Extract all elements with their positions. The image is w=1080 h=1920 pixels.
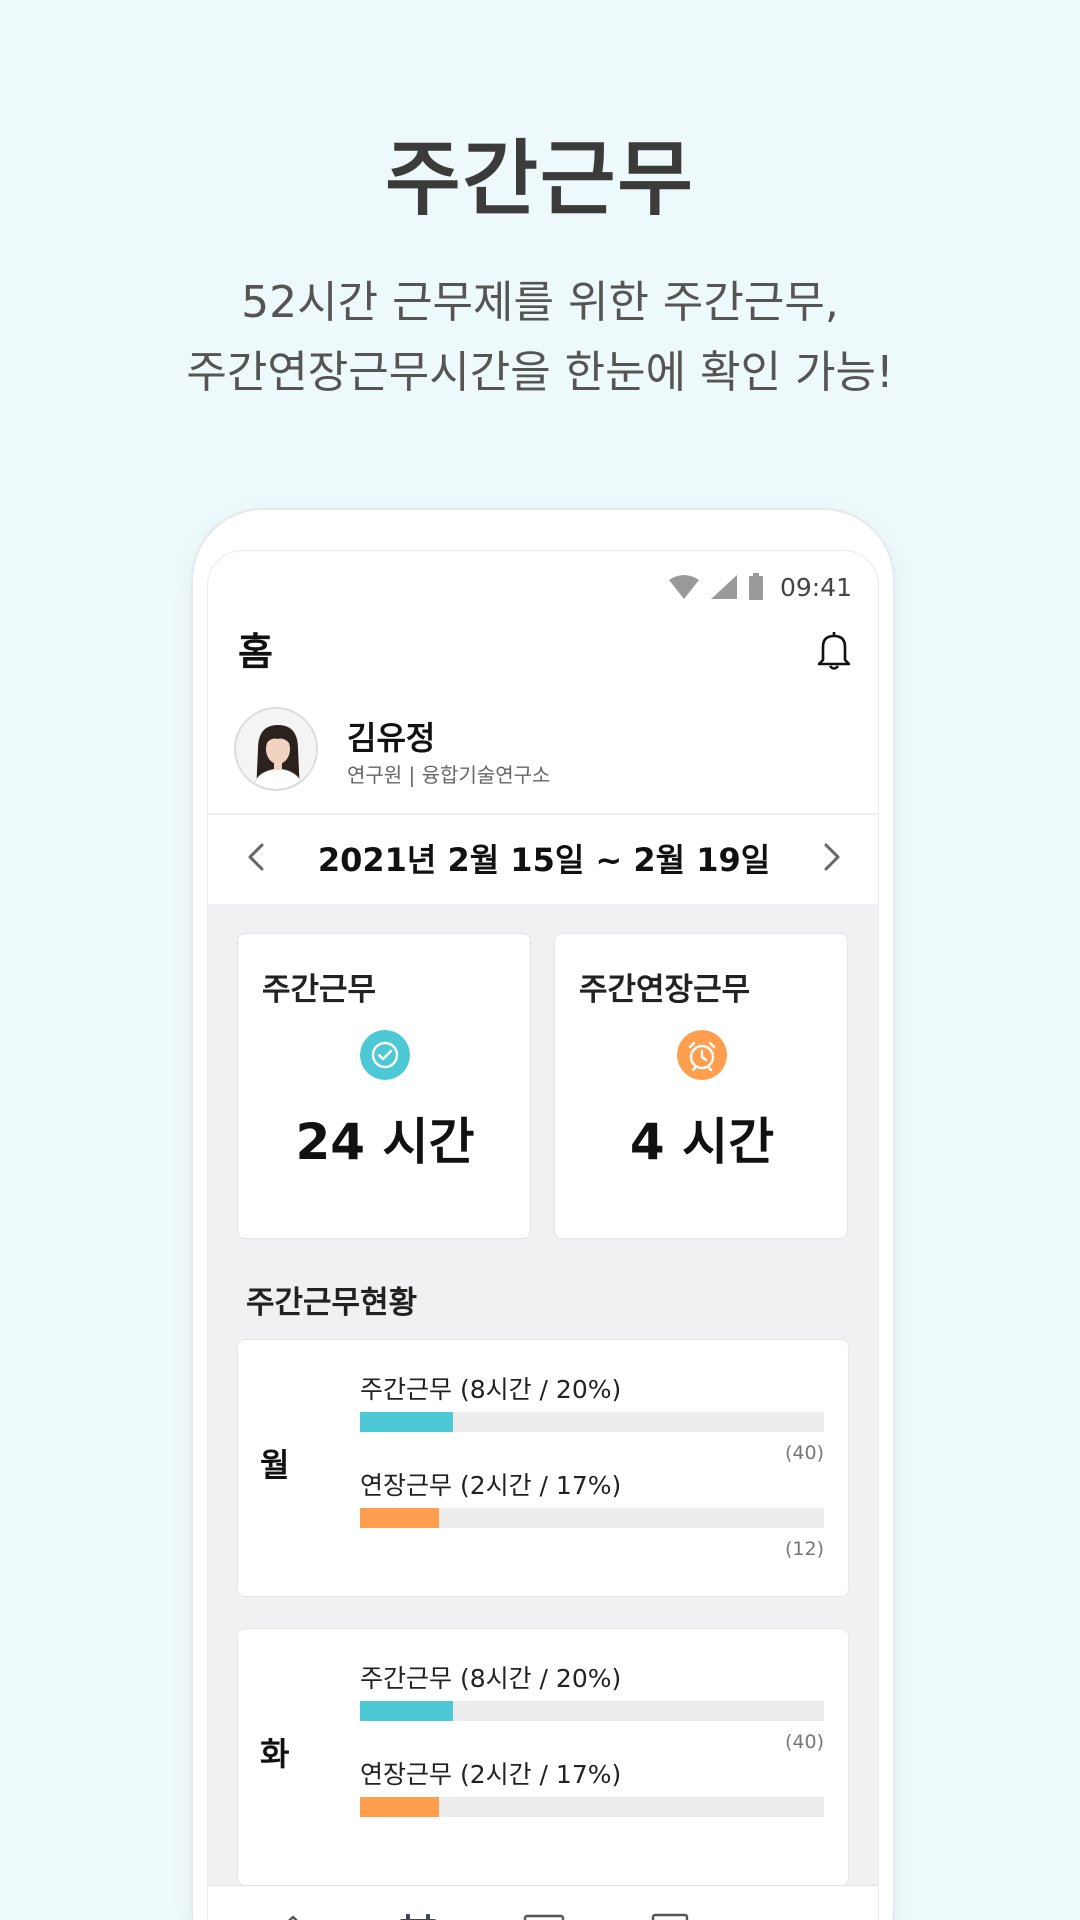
overtime-bar-track [360,1797,824,1817]
promo-subtitle-line1: 52시간 근무제를 위한 주간근무, [241,277,839,328]
overtime-bar-fill [360,1797,439,1817]
tab-calendar[interactable] [388,1904,448,1920]
user-name: 김유정 [347,719,436,757]
promo-title: 주간근무 [385,132,695,227]
weekly-work-label: 주간근무 [262,972,377,1008]
weekly-work-card[interactable]: 주간근무 24 시간 [237,933,531,1239]
tab-profile[interactable] [640,1904,700,1920]
bell-icon[interactable] [814,629,854,671]
divider [208,813,878,815]
tab-more[interactable] [765,1904,825,1920]
day-name: 월 [260,1446,290,1484]
day-card[interactable]: 월 주간근무 (8시간 / 20%) (40) 연장근무 (2시간 / 17%)… [237,1339,849,1597]
work-bar-label: 주간근무 (8시간 / 20%) [360,1375,622,1404]
profile-card-icon [651,1913,688,1920]
check-circle-icon [360,1030,410,1080]
overtime-bar-total: (12) [784,1538,824,1560]
avatar[interactable] [234,707,318,791]
home-icon [287,1915,299,1920]
week-range: 2021년 2월 15일 ~ 2월 19일 [317,841,771,879]
wifi-icon [668,575,699,599]
app-screen: 09:41 홈 김유정 연구원 | 융합기술연구소 2021년 2월 15일 ~… [207,550,879,1920]
day-card[interactable]: 화 주간근무 (8시간 / 20%) (40) 연장근무 (2시간 / 17%) [237,1628,849,1886]
phone-frame: 09:41 홈 김유정 연구원 | 융합기술연구소 2021년 2월 15일 ~… [193,510,893,1920]
status-bar: 09:41 [668,569,852,605]
more-icon [772,1911,818,1920]
tab-list[interactable] [514,1904,574,1920]
work-bar-fill [360,1701,453,1721]
weekly-overtime-card[interactable]: 주간연장근무 4 시간 [554,933,848,1239]
chevron-right-icon[interactable] [818,837,846,877]
weekly-overtime-label: 주간연장근무 [579,972,751,1008]
alarm-clock-icon [677,1030,727,1080]
overtime-bar-label: 연장근무 (2시간 / 17%) [360,1471,622,1500]
section-title: 주간근무현황 [246,1285,418,1321]
work-bar-total: (40) [784,1731,824,1753]
calendar-icon [399,1913,437,1920]
work-bar-track [360,1701,824,1721]
header-area: 09:41 홈 김유정 연구원 | 융합기술연구소 2021년 2월 15일 ~… [208,551,878,904]
day-name: 화 [260,1735,290,1773]
work-bar-total: (40) [784,1442,824,1464]
promo-subtitle: 52시간 근무제를 위한 주간근무, 주간연장근무시간을 한눈에 확인 가능! [0,268,1080,408]
list-icon [523,1914,565,1920]
weekly-work-value: 24 시간 [295,1113,475,1171]
overtime-bar-track [360,1508,824,1528]
work-bar-track [360,1412,824,1432]
tab-home[interactable] [263,1904,323,1920]
bottom-tab-bar [208,1885,878,1920]
overtime-bar-fill [360,1508,439,1528]
overtime-bar-label: 연장근무 (2시간 / 17%) [360,1760,622,1789]
work-bar-fill [360,1412,453,1432]
promo-subtitle-line2: 주간연장근무시간을 한눈에 확인 가능! [186,347,894,398]
page-title: 홈 [238,630,273,674]
status-time: 09:41 [779,572,852,602]
avatar-image [236,709,316,789]
signal-icon [710,575,737,599]
battery-icon [748,573,763,600]
user-role: 연구원 | 융합기술연구소 [347,763,551,787]
work-bar-label: 주간근무 (8시간 / 20%) [360,1664,622,1693]
weekly-overtime-value: 4 시간 [629,1113,775,1171]
